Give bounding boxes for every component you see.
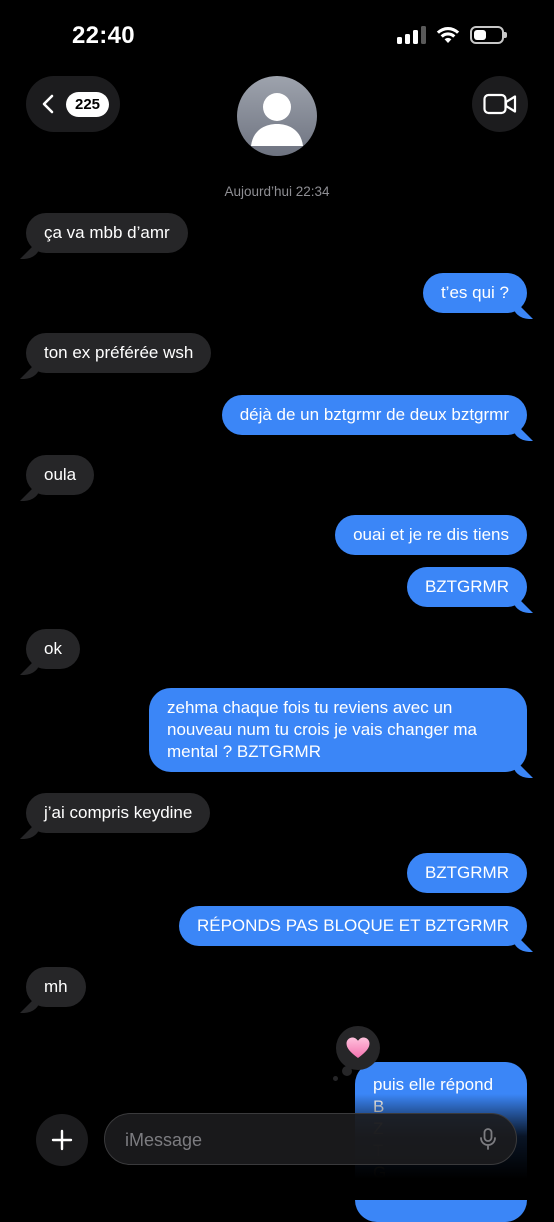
message-bubble-incoming[interactable]: ok [26,629,80,669]
message-bubble-outgoing[interactable]: ouai et je re dis tiens [335,515,527,555]
message-text: puis elle répond [373,1075,494,1094]
message-bubble-outgoing[interactable]: déjà de un bztgrmr de deux bztgrmr [221,395,527,435]
composer-bar [0,1106,554,1176]
message-bubble-outgoing[interactable]: BZTGRMR [406,853,527,893]
add-attachment-button[interactable] [36,1114,88,1166]
message-thread: ça va mbb d’amr t’es qui ? ton ex préfér… [0,0,554,1222]
message-bubble-outgoing[interactable]: zehma chaque fois tu reviens avec un nou… [149,688,527,772]
plus-icon [51,1129,73,1151]
message-input[interactable] [123,1114,457,1166]
reaction-bubble-dot [333,1076,338,1081]
message-bubble-incoming[interactable]: oula [26,455,95,495]
message-bubble-outgoing[interactable]: t’es qui ? [422,273,527,313]
microphone-icon[interactable] [478,1128,498,1150]
tapback-reaction[interactable] [336,1026,380,1070]
heart-icon [346,1037,370,1058]
message-bubble-outgoing[interactable]: RÉPONDS PAS BLOQUE ET BZTGRMR [178,906,527,946]
message-bubble-outgoing[interactable]: BZTGRMR [406,567,527,607]
message-bubble-incoming[interactable]: mh [26,967,86,1007]
message-bubble-incoming[interactable]: ton ex préférée wsh [26,333,212,373]
message-bubble-incoming[interactable]: ça va mbb d’amr [26,213,188,253]
message-input-container[interactable] [104,1113,517,1166]
message-bubble-incoming[interactable]: j’ai compris keydine [26,793,211,833]
